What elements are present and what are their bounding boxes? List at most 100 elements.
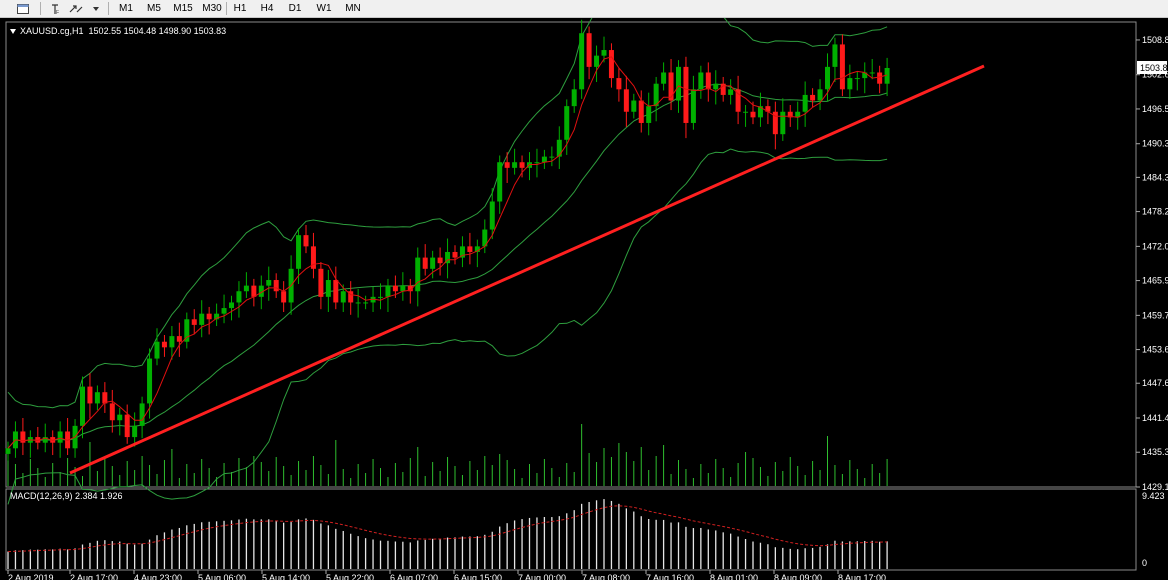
x-axis-label: 4 Aug 23:00 (134, 573, 182, 580)
toolbar: F M1 M5 M15 M30 H1 H4 D1 W1 MN (0, 0, 1168, 18)
candle-body (869, 72, 875, 74)
bollinger-lower-line (7, 148, 888, 505)
candle-body (199, 313, 205, 325)
candle-body (378, 296, 383, 298)
price-chart[interactable]: 1508.81502.61496.51490.31484.31478.21472… (0, 18, 1168, 580)
candle-body (206, 313, 212, 320)
timeframe-w1[interactable]: W1 (313, 1, 335, 16)
candle-body (355, 302, 361, 304)
candle-body (571, 89, 577, 107)
candle-body (333, 280, 339, 303)
candle-body (325, 280, 331, 297)
y-axis-label: 1453.6 (1142, 345, 1168, 355)
x-axis-label: 2 Aug 17:00 (70, 573, 118, 580)
candle-body (728, 89, 734, 95)
candle-body (400, 285, 406, 292)
timeframe-mn[interactable]: MN (341, 1, 365, 16)
timeframe-m5[interactable]: M5 (142, 1, 166, 16)
trendline[interactable] (69, 64, 985, 475)
arrow-icon[interactable] (66, 1, 86, 16)
y-axis-label: 1478.2 (1142, 207, 1168, 217)
candle-body (549, 156, 555, 158)
candle-body (296, 235, 302, 269)
candle-body (854, 78, 860, 80)
candle-body (623, 89, 629, 112)
candle-body (139, 403, 145, 426)
candle-body (452, 251, 458, 258)
candle-body (705, 72, 711, 90)
y-axis-label: 1484.3 (1142, 172, 1168, 182)
candle-body (87, 386, 93, 404)
timeframe-m30[interactable]: M30 (198, 1, 226, 16)
candle-body (236, 291, 242, 303)
y-axis-label: 1441.4 (1142, 413, 1168, 423)
candle-body (661, 72, 667, 84)
chart-window[interactable]: 1508.8 1502.6 1496.5 1490.3 1484.3 1478.2 1472… (0, 18, 1168, 580)
bollinger-upper-line (7, 18, 888, 409)
candle-body (243, 285, 249, 292)
timeframe-h4[interactable]: H4 (256, 1, 278, 16)
candle-body (668, 72, 674, 101)
macd-title: MACD(12,26,9) 2.384 1.926 (10, 491, 123, 501)
candle-body (124, 414, 130, 438)
text-icon[interactable]: F (48, 1, 62, 16)
candle-body (80, 386, 85, 426)
candle-body (817, 89, 823, 101)
x-axis-label: 7 Aug 00:00 (518, 573, 566, 580)
toolbar-separator (226, 2, 227, 15)
candle-body (504, 162, 510, 168)
candle-body (802, 94, 808, 112)
candle-body (839, 44, 845, 90)
candle-body (750, 111, 756, 118)
candle-body (534, 162, 540, 164)
candle-body (676, 66, 681, 101)
candle-body (631, 100, 637, 112)
x-axis-label: 6 Aug 07:00 (390, 573, 438, 580)
candle-body (638, 100, 644, 123)
candle-body (601, 50, 607, 56)
chart-title: XAUUSD.cg,H1 1502.55 1504.48 1498.90 150… (10, 26, 226, 36)
candle-body (519, 162, 525, 168)
y-axis-label: 1508.8 (1142, 35, 1168, 45)
x-axis-label: 5 Aug 06:00 (198, 573, 246, 580)
current-price-label: 1503.8 (1140, 63, 1168, 73)
x-axis-label: 5 Aug 14:00 (262, 573, 310, 580)
chevron-down-icon[interactable] (90, 1, 102, 16)
chart-window-icon[interactable] (12, 1, 34, 16)
candle-body (847, 78, 853, 90)
timeframe-d1[interactable]: D1 (284, 1, 306, 16)
candle-body (340, 291, 346, 303)
timeframe-m1[interactable]: M1 (114, 1, 138, 16)
chart-ohlc: 1502.55 1504.48 1498.90 1503.83 (88, 26, 227, 36)
candle-body (810, 94, 816, 101)
triangle-down-icon[interactable] (10, 29, 16, 35)
timeframe-m15[interactable]: M15 (170, 1, 196, 16)
candle-body (698, 72, 704, 90)
candle-body (363, 302, 369, 304)
candle-body (586, 33, 592, 67)
y-axis-label: 1447.6 (1142, 378, 1168, 388)
toolbar-separator (108, 2, 109, 15)
candle-body (683, 66, 689, 123)
x-axis-label: 2 Aug 2019 (8, 573, 54, 580)
x-axis-label: 7 Aug 08:00 (582, 573, 630, 580)
candle-body (176, 336, 182, 342)
candle-body (497, 162, 503, 202)
candle-body (117, 414, 123, 421)
x-axis-label: 6 Aug 15:00 (454, 573, 502, 580)
candle-body (94, 392, 100, 404)
candle-body (430, 257, 436, 269)
x-axis-label: 8 Aug 09:00 (774, 573, 822, 580)
candle-body (594, 55, 600, 67)
candle-body (780, 111, 786, 135)
candle-body (109, 403, 115, 421)
candle-body (579, 33, 585, 90)
candle-body (541, 156, 547, 163)
candle-body (564, 106, 570, 140)
timeframe-h1[interactable]: H1 (230, 1, 250, 16)
macd-y-axis-label: 0 (1142, 558, 1147, 568)
candle-body (832, 44, 838, 67)
svg-text:F: F (56, 10, 59, 15)
candle-body (556, 139, 562, 157)
candle-body (608, 50, 614, 79)
